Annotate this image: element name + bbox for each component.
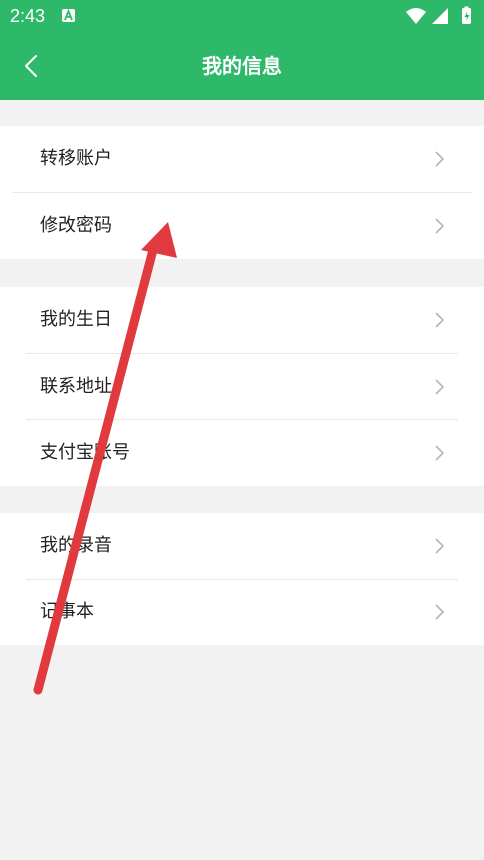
menu-item-my-birthday[interactable]: 我的生日 [0, 287, 484, 353]
chevron-right-icon [435, 445, 444, 461]
menu-item-change-password[interactable]: 修改密码 [0, 193, 484, 259]
menu-item-label: 转移账户 [40, 148, 112, 169]
settings-group-personal: 我的生日 联系地址 支付宝账号 [0, 287, 484, 486]
signal-icon [432, 8, 448, 24]
battery-charging-icon [462, 6, 471, 24]
menu-item-notebook[interactable]: 记事本 [0, 579, 484, 645]
app-bar: 我的信息 [0, 32, 484, 100]
menu-item-label: 记事本 [40, 601, 94, 622]
menu-item-my-recordings[interactable]: 我的录音 [0, 513, 484, 579]
menu-item-alipay-account[interactable]: 支付宝账号 [0, 420, 484, 486]
settings-group-account: 转移账户 修改密码 [0, 126, 484, 259]
menu-item-contact-address[interactable]: 联系地址 [0, 354, 484, 420]
chevron-left-icon [25, 55, 37, 77]
status-icons [406, 6, 471, 24]
chevron-right-icon [435, 604, 444, 620]
status-time: 2:43 [10, 6, 46, 26]
wifi-icon [406, 8, 426, 24]
chevron-right-icon [435, 538, 444, 554]
menu-item-transfer-account[interactable]: 转移账户 [0, 126, 484, 192]
menu-item-label: 我的录音 [40, 535, 112, 556]
menu-item-label: 联系地址 [40, 376, 112, 397]
chevron-right-icon [435, 312, 444, 328]
chevron-right-icon [435, 218, 444, 234]
menu-item-label: 修改密码 [40, 215, 112, 236]
page-title: 我的信息 [202, 54, 282, 78]
accessibility-a-icon [62, 9, 75, 22]
menu-item-label: 支付宝账号 [40, 442, 130, 463]
menu-item-label: 我的生日 [40, 309, 112, 330]
chevron-right-icon [435, 379, 444, 395]
back-button[interactable] [14, 48, 50, 84]
chevron-right-icon [435, 151, 444, 167]
settings-group-notes: 我的录音 记事本 [0, 513, 484, 645]
status-bar: 2:43 [0, 0, 484, 32]
